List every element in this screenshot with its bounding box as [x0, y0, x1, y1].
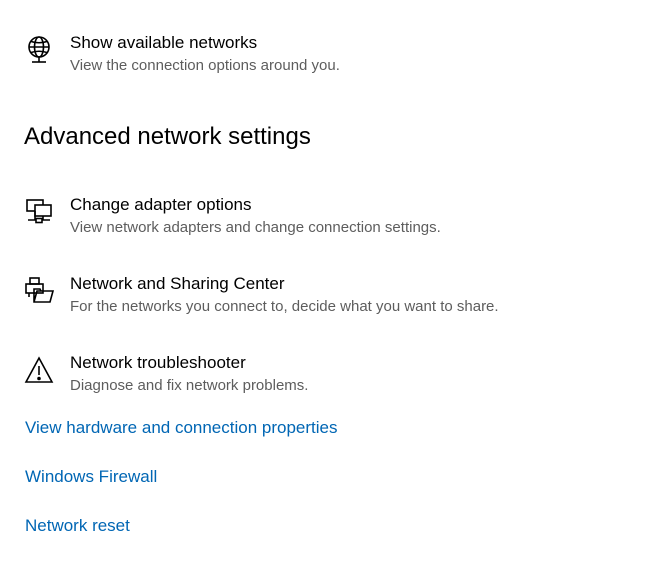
globe-network-icon	[24, 34, 54, 66]
item-description: Diagnose and fix network problems.	[70, 377, 309, 394]
network-troubleshooter-texts: Network troubleshooter Diagnose and fix …	[70, 352, 308, 396]
item-title: Network troubleshooter	[70, 353, 246, 372]
item-title: Show available networks	[70, 33, 258, 52]
network-sharing-center-item[interactable]: Network and Sharing Center For the netwo…	[24, 273, 499, 317]
network-troubleshooter-item[interactable]: Network troubleshooter Diagnose and fix …	[24, 352, 308, 396]
item-description: View network adapters and change connect…	[70, 219, 441, 236]
warning-triangle-icon	[24, 354, 54, 386]
item-title: Network and Sharing Center	[70, 274, 285, 293]
item-description: For the networks you connect to, decide …	[70, 298, 499, 315]
change-adapter-options-item[interactable]: Change adapter options View network adap…	[24, 194, 441, 238]
windows-firewall-link[interactable]: Windows Firewall	[25, 466, 157, 488]
network-settings-page: Show available networks View the connect…	[0, 0, 655, 566]
item-title: Change adapter options	[70, 195, 252, 214]
network-reset-link[interactable]: Network reset	[25, 515, 130, 537]
sharing-center-icon	[24, 275, 54, 307]
show-available-networks-item[interactable]: Show available networks View the connect…	[24, 32, 340, 76]
view-hardware-properties-link[interactable]: View hardware and connection properties	[25, 417, 338, 439]
item-description: View the connection options around you.	[70, 57, 340, 74]
section-heading: Advanced network settings	[24, 123, 311, 150]
network-sharing-center-texts: Network and Sharing Center For the netwo…	[70, 273, 499, 317]
change-adapter-options-texts: Change adapter options View network adap…	[70, 194, 441, 238]
show-available-networks-texts: Show available networks View the connect…	[70, 32, 340, 76]
network-adapter-icon	[24, 196, 54, 228]
